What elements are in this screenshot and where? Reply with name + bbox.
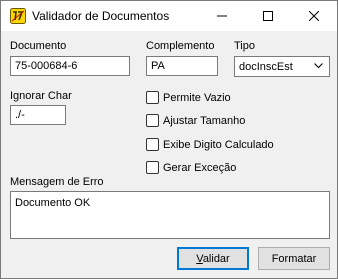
maximize-button[interactable] — [245, 1, 291, 31]
checkbox-box — [146, 138, 159, 151]
maximize-icon — [263, 11, 273, 21]
tipo-selected-value: docInscEst — [239, 61, 293, 73]
exibe-digito-calculado-label: Exibe Digito Calculado — [163, 138, 274, 151]
title-bar[interactable]: Validador de Documentos — [1, 1, 337, 31]
formatar-label: Formatar — [271, 252, 317, 265]
gerar-excecao-checkbox[interactable]: Gerar Exceção — [146, 161, 236, 174]
checkbox-box — [146, 161, 159, 174]
documento-label: Documento — [10, 40, 67, 52]
ajustar-tamanho-label: Ajustar Tamanho — [163, 114, 246, 127]
checkbox-box — [146, 114, 159, 127]
validar-button[interactable]: Validar — [177, 247, 249, 270]
gerar-excecao-label: Gerar Exceção — [163, 161, 237, 174]
chevron-down-icon — [314, 63, 323, 69]
validar-label-rest: alidar — [202, 252, 230, 265]
exibe-digito-calculado-checkbox[interactable]: Exibe Digito Calculado — [146, 138, 274, 151]
close-icon — [309, 11, 319, 21]
minimize-button[interactable] — [199, 1, 245, 31]
tipo-label: Tipo — [234, 40, 255, 52]
minimize-icon — [217, 15, 227, 17]
permite-vazio-label: Permite Vazio — [163, 91, 231, 104]
ajustar-tamanho-checkbox[interactable]: Ajustar Tamanho — [146, 114, 245, 127]
app-logo-icon — [10, 8, 26, 24]
complemento-input[interactable]: PA — [146, 56, 218, 76]
tipo-select[interactable]: docInscEst — [234, 56, 330, 77]
ignorar-char-input[interactable]: ./- — [10, 105, 66, 125]
ignorar-char-label: Ignorar Char — [10, 90, 72, 102]
validar-label: Validar — [196, 253, 229, 265]
formatar-button[interactable]: Formatar — [258, 247, 330, 270]
permite-vazio-checkbox[interactable]: Permite Vazio — [146, 91, 231, 104]
validador-window: Validador de Documentos Documento Comple… — [0, 0, 338, 279]
mensagem-erro-label: Mensagem de Erro — [10, 176, 104, 188]
mensagem-erro-memo[interactable]: Documento OK — [10, 191, 330, 239]
documento-input[interactable]: 75-000684-6 — [10, 56, 130, 76]
window-title: Validador de Documentos — [32, 9, 170, 23]
checkbox-box — [146, 91, 159, 104]
close-button[interactable] — [291, 1, 337, 31]
complemento-label: Complemento — [146, 40, 215, 52]
